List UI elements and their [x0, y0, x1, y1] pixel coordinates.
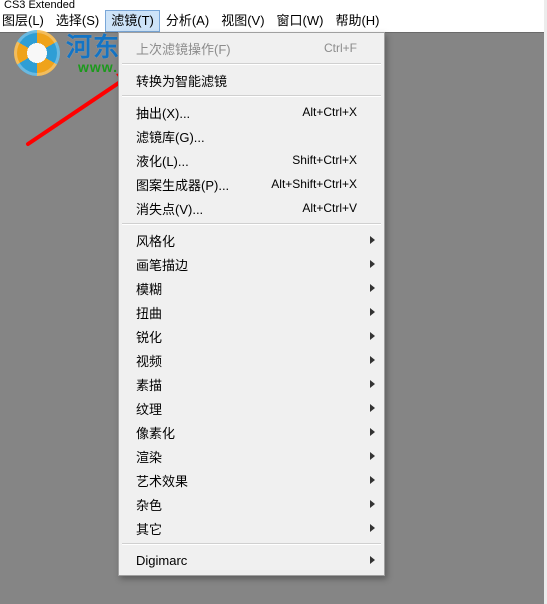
menu-item-distort[interactable]: 扭曲: [120, 300, 383, 324]
menu-analysis[interactable]: 分析(A): [160, 10, 215, 32]
menu-select[interactable]: 选择(S): [50, 10, 105, 32]
menu-item-video[interactable]: 视频: [120, 348, 383, 372]
menu-item-brush-strokes[interactable]: 画笔描边: [120, 252, 383, 276]
menu-item-artistic[interactable]: 艺术效果: [120, 468, 383, 492]
chevron-right-icon: [370, 524, 375, 532]
menu-item-stylize[interactable]: 风格化: [120, 228, 383, 252]
menu-item-sharpen[interactable]: 锐化: [120, 324, 383, 348]
chevron-right-icon: [370, 404, 375, 412]
chevron-right-icon: [370, 380, 375, 388]
chevron-right-icon: [370, 260, 375, 268]
menu-bar: 图层(L) 选择(S) 滤镜(T) 分析(A) 视图(V) 窗口(W) 帮助(H…: [0, 10, 547, 32]
menu-item-pattern-maker[interactable]: 图案生成器(P)... Alt+Shift+Ctrl+X: [120, 172, 383, 196]
menu-item-digimarc[interactable]: Digimarc: [120, 548, 383, 572]
menu-item-convert-smart-filter[interactable]: 转换为智能滤镜: [120, 68, 383, 92]
menu-item-filter-gallery[interactable]: 滤镜库(G)...: [120, 124, 383, 148]
chevron-right-icon: [370, 500, 375, 508]
chevron-right-icon: [370, 556, 375, 564]
menu-item-pixelate[interactable]: 像素化: [120, 420, 383, 444]
menu-item-noise[interactable]: 杂色: [120, 492, 383, 516]
chevron-right-icon: [370, 236, 375, 244]
chevron-right-icon: [370, 452, 375, 460]
chevron-right-icon: [370, 476, 375, 484]
menu-item-blur[interactable]: 模糊: [120, 276, 383, 300]
menu-layer[interactable]: 图层(L): [2, 10, 50, 32]
menu-separator: [122, 543, 381, 545]
menu-window[interactable]: 窗口(W): [271, 10, 330, 32]
menu-item-last-filter[interactable]: 上次滤镜操作(F) Ctrl+F: [120, 36, 383, 60]
chevron-right-icon: [370, 428, 375, 436]
filter-menu-dropdown: 上次滤镜操作(F) Ctrl+F 转换为智能滤镜 抽出(X)... Alt+Ct…: [118, 32, 385, 576]
chevron-right-icon: [370, 284, 375, 292]
menu-item-extract[interactable]: 抽出(X)... Alt+Ctrl+X: [120, 100, 383, 124]
menu-item-sketch[interactable]: 素描: [120, 372, 383, 396]
menu-item-texture[interactable]: 纹理: [120, 396, 383, 420]
chevron-right-icon: [370, 308, 375, 316]
menu-view[interactable]: 视图(V): [215, 10, 270, 32]
menu-filter[interactable]: 滤镜(T): [105, 10, 160, 32]
menu-item-vanishing-point[interactable]: 消失点(V)... Alt+Ctrl+V: [120, 196, 383, 220]
chevron-right-icon: [370, 356, 375, 364]
window-title: CS3 Extended: [0, 0, 547, 10]
menu-help[interactable]: 帮助(H): [329, 10, 385, 32]
chevron-right-icon: [370, 332, 375, 340]
menu-item-other[interactable]: 其它: [120, 516, 383, 540]
menu-separator: [122, 223, 381, 225]
menu-item-render[interactable]: 渲染: [120, 444, 383, 468]
menu-item-liquify[interactable]: 液化(L)... Shift+Ctrl+X: [120, 148, 383, 172]
menu-separator: [122, 63, 381, 65]
menu-separator: [122, 95, 381, 97]
